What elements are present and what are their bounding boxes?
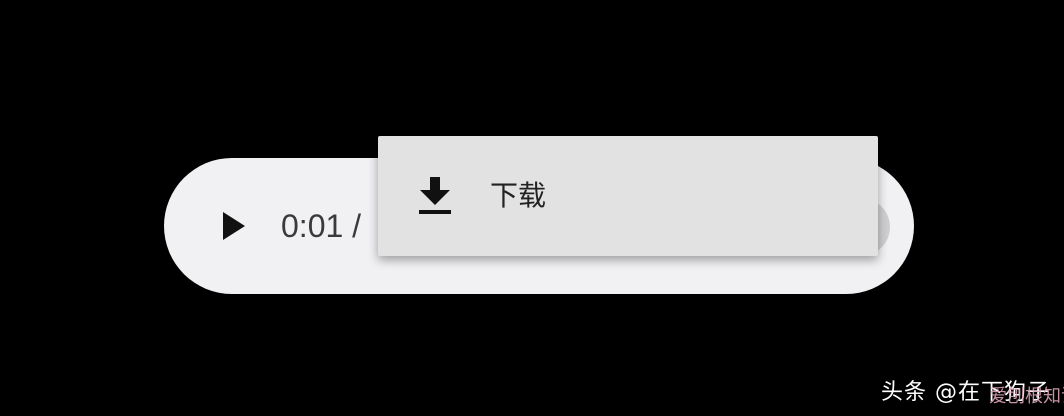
time-display: 0:01 / bbox=[281, 208, 362, 244]
context-menu: 下载 bbox=[378, 136, 878, 256]
play-button[interactable] bbox=[214, 206, 254, 246]
watermark: 头条 @在下狗子 爱刨根知识网 bbox=[881, 376, 1064, 410]
menu-item-download[interactable]: 下载 bbox=[378, 136, 878, 256]
menu-item-label: 下载 bbox=[490, 179, 547, 212]
download-icon bbox=[419, 177, 451, 214]
play-icon bbox=[223, 212, 245, 240]
watermark-overlay: 爱刨根知识网 bbox=[989, 386, 1064, 407]
